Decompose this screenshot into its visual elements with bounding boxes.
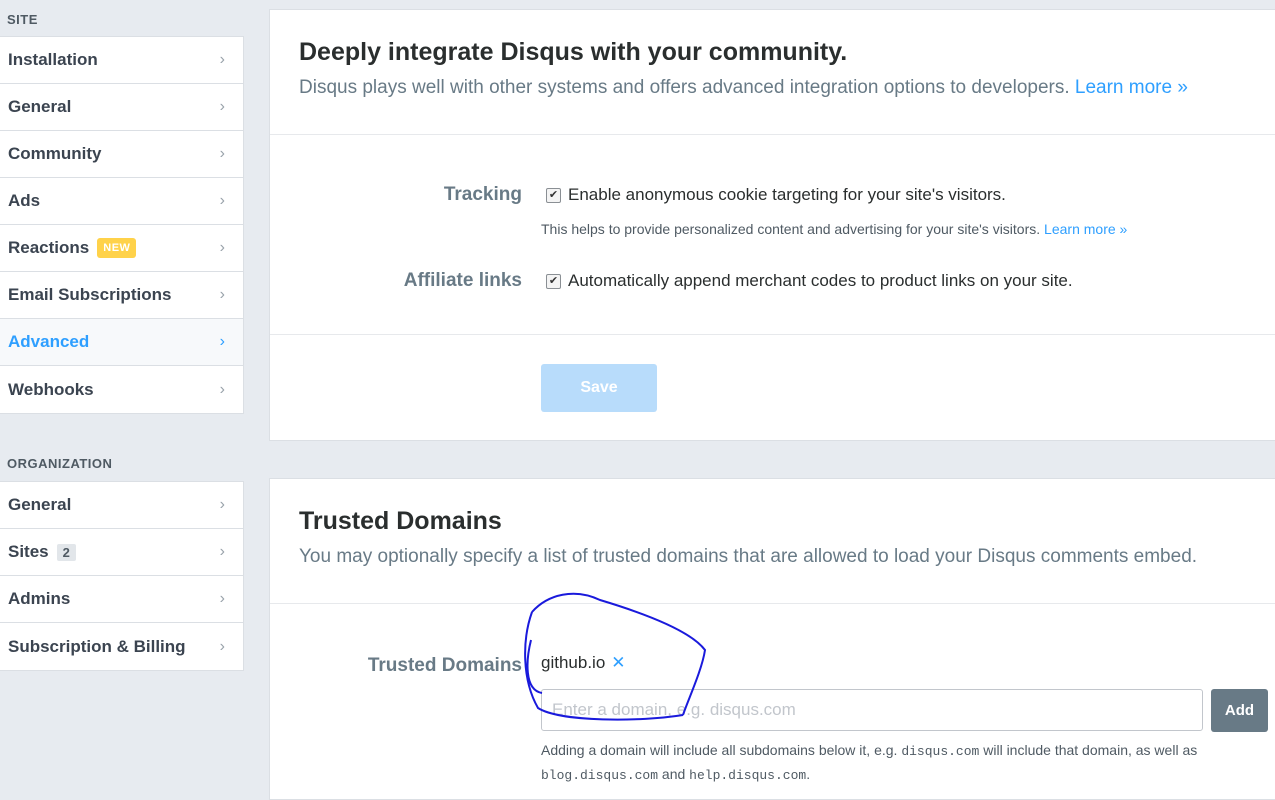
panel-header: Deeply integrate Disqus with your commun…	[270, 10, 1275, 99]
sidebar-item-sites[interactable]: Sites 2 ›	[0, 529, 243, 576]
sidebar-item-org-general[interactable]: General ›	[0, 482, 243, 529]
chevron-right-icon: ›	[219, 333, 225, 350]
domain-tag-text: github.io	[541, 653, 606, 672]
chevron-right-icon: ›	[219, 239, 225, 256]
site-section-label: SITE	[7, 12, 38, 27]
divider	[270, 134, 1275, 135]
panel-subtitle: You may optionally specify a list of tru…	[299, 546, 1198, 567]
help-code: disqus.com	[901, 744, 980, 759]
chevron-right-icon: ›	[219, 637, 225, 655]
tracking-help-text: This helps to provide personalized conte…	[541, 221, 1041, 237]
site-menu: Installation › General › Community › Ads…	[0, 36, 244, 414]
sidebar-item-label: Sites	[8, 542, 49, 561]
sidebar-item-label: General	[8, 495, 72, 514]
sidebar-item-advanced[interactable]: Advanced ›	[0, 319, 243, 366]
sidebar-item-general[interactable]: General ›	[0, 84, 243, 131]
chevron-right-icon: ›	[219, 192, 225, 209]
tracking-learn-more-link[interactable]: Learn more »	[1044, 221, 1127, 237]
chevron-right-icon: ›	[219, 145, 225, 162]
affiliate-checkbox-label: Automatically append merchant codes to p…	[568, 271, 1073, 290]
advanced-settings-panel: Deeply integrate Disqus with your commun…	[269, 9, 1275, 441]
panel-title: Deeply integrate Disqus with your commun…	[299, 38, 848, 66]
chevron-right-icon: ›	[219, 380, 225, 398]
organization-menu: General › Sites 2 › Admins › Subscriptio…	[0, 481, 244, 671]
help-code: blog.disqus.com	[541, 768, 659, 783]
help-text-part: will include that domain, as well as	[983, 742, 1198, 758]
domain-tag: github.io ✕	[541, 653, 626, 673]
sidebar-item-label: Ads	[8, 191, 41, 210]
sidebar-item-installation[interactable]: Installation ›	[0, 37, 243, 84]
sidebar-item-admins[interactable]: Admins ›	[0, 576, 243, 623]
tracking-help: This helps to provide personalized conte…	[541, 221, 1127, 237]
new-badge: NEW	[97, 238, 137, 258]
save-button[interactable]: Save	[541, 364, 657, 412]
tracking-label: Tracking	[443, 184, 522, 205]
domain-help-text: Adding a domain will include all subdoma…	[541, 739, 1266, 787]
sidebar-item-label: Reactions	[8, 238, 90, 257]
help-code: help.disqus.com	[689, 768, 807, 783]
sidebar-item-label: Installation	[8, 50, 98, 69]
sidebar-item-label: Admins	[8, 589, 71, 608]
sidebar-item-subscription-billing[interactable]: Subscription & Billing ›	[0, 623, 243, 670]
remove-domain-icon[interactable]: ✕	[611, 653, 625, 672]
sidebar-item-label: Community	[8, 144, 102, 163]
chevron-right-icon: ›	[219, 286, 225, 303]
help-text-part: .	[806, 766, 811, 782]
learn-more-link[interactable]: Learn more »	[1075, 77, 1188, 98]
chevron-right-icon: ›	[219, 543, 225, 560]
domain-input[interactable]	[541, 689, 1203, 731]
trusted-domains-label: Trusted Domains	[367, 655, 522, 676]
tracking-checkbox[interactable]: ✔	[546, 188, 561, 203]
chevron-right-icon: ›	[219, 98, 225, 115]
add-domain-button[interactable]: Add	[1211, 689, 1268, 732]
trusted-domains-panel: Trusted Domains You may optionally speci…	[269, 478, 1275, 800]
panel-subtitle: Disqus plays well with other systems and…	[299, 77, 1247, 99]
chevron-right-icon: ›	[219, 51, 225, 68]
affiliate-checkbox[interactable]: ✔	[546, 274, 561, 289]
sidebar-item-label: Webhooks	[8, 379, 94, 399]
sidebar-item-ads[interactable]: Ads ›	[0, 178, 243, 225]
help-text-part: Adding a domain will include all subdoma…	[541, 742, 898, 758]
divider	[270, 334, 1275, 335]
panel-title: Trusted Domains	[299, 507, 502, 535]
affiliate-links-label: Affiliate links	[403, 270, 522, 291]
chevron-right-icon: ›	[219, 590, 225, 607]
sidebar-item-label: Advanced	[8, 332, 90, 351]
divider	[270, 603, 1275, 604]
help-text-part: and	[661, 766, 686, 782]
sidebar-item-label: Email Subscriptions	[8, 285, 172, 304]
sidebar-item-label: General	[8, 97, 72, 116]
sidebar-item-reactions[interactable]: Reactions NEW ›	[0, 225, 243, 272]
sidebar-item-label: Subscription & Billing	[8, 636, 186, 656]
organization-section-label: ORGANIZATION	[7, 456, 113, 471]
sidebar-item-email-subscriptions[interactable]: Email Subscriptions ›	[0, 272, 243, 319]
tracking-checkbox-label: Enable anonymous cookie targeting for yo…	[568, 185, 1006, 204]
subtitle-text: Disqus plays well with other systems and…	[299, 77, 1070, 98]
panel-header: Trusted Domains You may optionally speci…	[270, 479, 1275, 568]
sidebar-item-webhooks[interactable]: Webhooks ›	[0, 366, 243, 413]
sites-count-badge: 2	[56, 543, 76, 561]
sidebar-item-community[interactable]: Community ›	[0, 131, 243, 178]
chevron-right-icon: ›	[219, 496, 225, 513]
